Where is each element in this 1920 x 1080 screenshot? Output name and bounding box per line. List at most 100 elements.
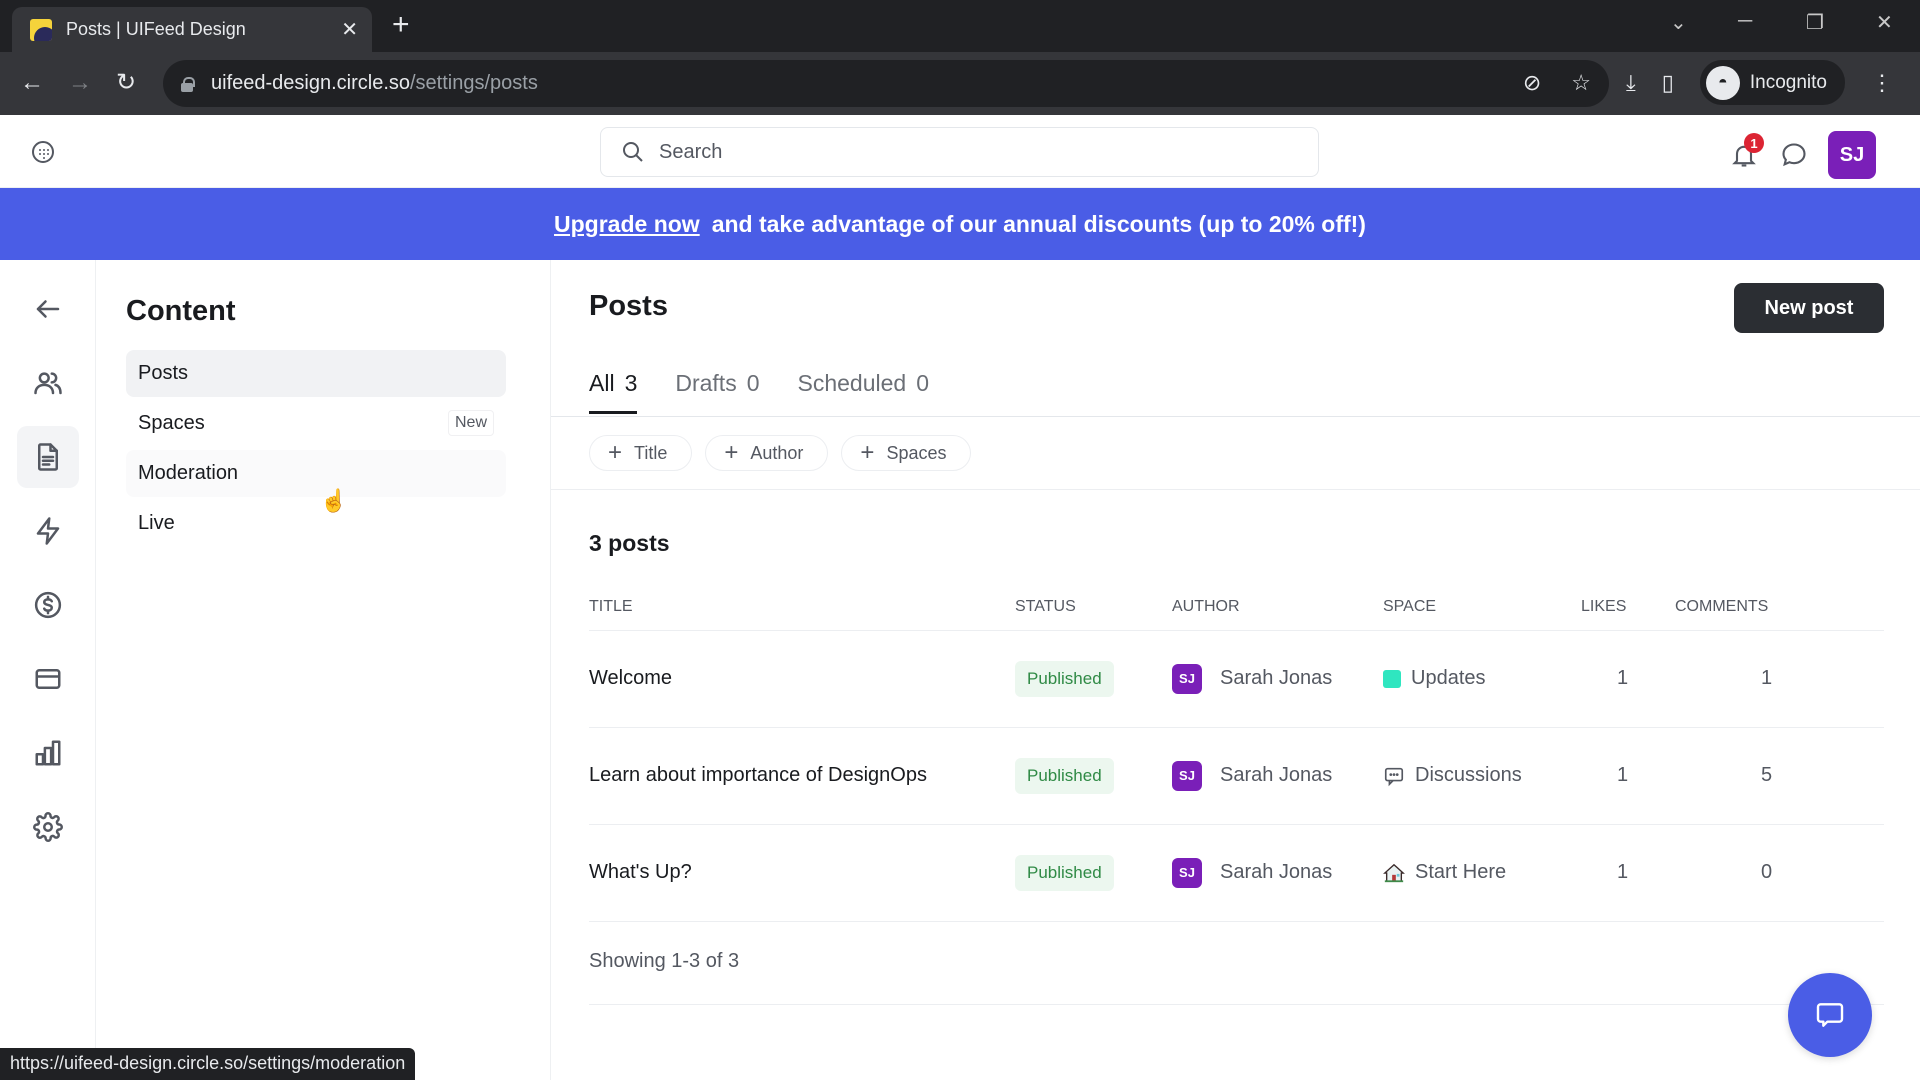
tab-title: Posts | UIFeed Design	[66, 19, 246, 39]
post-tabs: All 3 Drafts 0 Scheduled 0	[589, 370, 929, 414]
chat-icon	[1816, 1003, 1844, 1027]
workflows-icon	[36, 517, 60, 545]
author-cell: SJ Sarah Jonas	[1172, 663, 1383, 694]
back-arrow-icon	[36, 300, 60, 318]
side-panel-icon[interactable]: ▯	[1662, 70, 1674, 96]
lock-icon[interactable]	[181, 76, 195, 92]
post-title-link[interactable]: Learn about importance of DesignOps	[589, 764, 927, 786]
incognito-icon: ◓	[1705, 65, 1740, 100]
user-avatar[interactable]: SJ	[1828, 131, 1876, 179]
incognito-label: Incognito	[1749, 71, 1827, 93]
status-badge: Published	[1015, 757, 1114, 794]
space-name: Start Here	[1415, 861, 1507, 883]
rail-content[interactable]	[17, 426, 79, 488]
browser-menu-icon[interactable]: ⋮	[1871, 70, 1893, 96]
tab-search-icon[interactable]: ⌄	[1670, 10, 1687, 35]
notifications-button[interactable]: 1	[1730, 133, 1764, 169]
column-header-title[interactable]: TITLE	[589, 585, 1015, 631]
restore-button[interactable]: ❐	[1806, 10, 1824, 35]
rail-analytics[interactable]	[17, 722, 79, 784]
column-header-status[interactable]: STATUS	[1015, 585, 1172, 631]
filter-spaces-button[interactable]: + Spaces	[841, 435, 972, 471]
close-tab-icon[interactable]: ✕	[341, 17, 358, 42]
close-window-button[interactable]: ✕	[1876, 10, 1893, 35]
comments-count: 1	[1761, 667, 1773, 689]
status-badge: Published	[1015, 660, 1114, 697]
upgrade-now-link[interactable]: Upgrade now	[554, 211, 700, 238]
chat-messages-icon[interactable]	[1780, 141, 1808, 169]
incognito-profile[interactable]: ◓ Incognito	[1699, 60, 1845, 105]
comments-count: 0	[1761, 861, 1773, 883]
minimize-button[interactable]: ─	[1738, 10, 1752, 33]
column-header-comments[interactable]: COMMENTS	[1675, 585, 1884, 631]
new-post-button[interactable]: New post	[1734, 283, 1884, 333]
posts-main: Posts New post All 3 Drafts 0 Scheduled 0 +…	[551, 260, 1920, 1080]
back-nav-button[interactable]	[17, 278, 79, 340]
subnav-item-spaces[interactable]: Spaces New	[126, 400, 506, 447]
table-row[interactable]: Learn about importance of DesignOps Publ…	[589, 727, 1884, 825]
download-icon[interactable]: ⤓	[1626, 70, 1636, 96]
browser-tab[interactable]: Posts | UIFeed Design ✕	[12, 7, 372, 52]
tab-count: 0	[746, 370, 760, 396]
subnav-item-live[interactable]: Live	[126, 500, 506, 547]
bookmark-star-icon[interactable]: ☆	[1571, 70, 1591, 96]
address-bar[interactable]: uifeed-design.circle.so/settings/posts ⊘…	[163, 60, 1609, 107]
subnav-item-label: Live	[138, 512, 175, 534]
author-avatar: SJ	[1172, 760, 1202, 791]
filter-chips: + Title + Author + Spaces	[589, 435, 972, 471]
browser-tab-bar: Posts | UIFeed Design ✕ + ⌄ ─ ❐ ✕	[0, 0, 1920, 52]
new-badge: New	[447, 410, 494, 436]
space-cell: Discussions	[1383, 764, 1581, 787]
tab-all[interactable]: All 3	[589, 370, 638, 414]
rail-billing[interactable]	[17, 648, 79, 710]
filter-title-button[interactable]: + Title	[589, 435, 693, 471]
pagination-summary: Showing 1-3 of 3	[589, 950, 740, 972]
rail-settings[interactable]	[17, 796, 79, 858]
filter-author-button[interactable]: + Author	[705, 435, 829, 471]
tab-label: Drafts	[675, 370, 737, 396]
author-name: Sarah Jonas	[1220, 861, 1333, 883]
subnav-item-label: Spaces	[138, 412, 205, 434]
space-color-square-icon	[1383, 669, 1401, 688]
support-chat-button[interactable]	[1788, 973, 1872, 1057]
divider	[551, 416, 1920, 417]
post-title-link[interactable]: What's Up?	[589, 861, 692, 883]
space-name: Updates	[1411, 667, 1486, 689]
back-button[interactable]: ←	[20, 69, 44, 97]
rail-members[interactable]	[17, 352, 79, 414]
tab-label: Scheduled	[797, 370, 907, 396]
notification-badge: 1	[1744, 133, 1764, 153]
subnav-item-label: Posts	[138, 362, 189, 384]
members-icon	[34, 372, 62, 395]
status-badge: Published	[1015, 854, 1114, 891]
subnav-item-label: Moderation	[138, 462, 239, 484]
table-row[interactable]: What's Up? Published SJ Sarah Jonas Start…	[589, 824, 1884, 922]
rail-workflows[interactable]	[17, 500, 79, 562]
search-bar[interactable]	[600, 127, 1319, 177]
column-header-space[interactable]: SPACE	[1383, 585, 1581, 631]
author-avatar: SJ	[1172, 663, 1202, 694]
forward-button[interactable]: →	[68, 69, 92, 97]
search-input[interactable]	[659, 140, 1259, 164]
post-title-link[interactable]: Welcome	[589, 667, 672, 689]
column-header-author[interactable]: AUTHOR	[1172, 585, 1383, 631]
url-path: /settings/posts	[410, 72, 538, 94]
likes-count: 1	[1617, 861, 1629, 883]
tab-label: All	[589, 370, 615, 396]
divider	[589, 1004, 1884, 1005]
tab-drafts[interactable]: Drafts 0	[675, 370, 759, 414]
subnav-item-moderation[interactable]: Moderation	[126, 450, 506, 497]
subnav-item-posts[interactable]: Posts	[126, 350, 506, 397]
likes-count: 1	[1617, 764, 1629, 786]
tab-count: 0	[916, 370, 929, 396]
column-header-likes[interactable]: LIKES	[1581, 585, 1675, 631]
plus-icon: +	[860, 439, 875, 466]
table-header-row: TITLE STATUS AUTHOR SPACE LIKES COMMENTS	[589, 585, 1884, 631]
tab-scheduled[interactable]: Scheduled 0	[798, 370, 930, 414]
community-switcher-icon[interactable]	[32, 141, 54, 163]
tracking-protection-icon[interactable]: ⊘	[1523, 70, 1541, 96]
rail-paywalls[interactable]	[17, 574, 79, 636]
table-row[interactable]: Welcome Published SJ Sarah Jonas Updates …	[589, 630, 1884, 728]
reload-button[interactable]: ↻	[116, 69, 136, 97]
new-tab-button[interactable]: +	[392, 10, 410, 40]
